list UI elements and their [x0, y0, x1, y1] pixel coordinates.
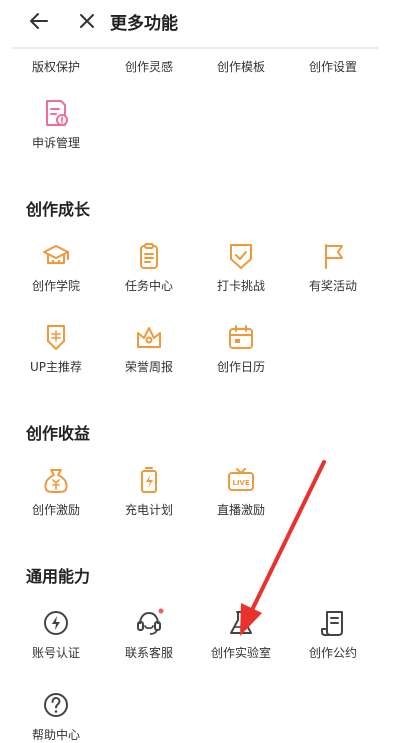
headset-icon [137, 608, 164, 635]
menu-item-label: 任务中心 [124, 279, 173, 293]
menu-item-label: UP主推荐 [29, 360, 83, 374]
menu-item-calendar[interactable]: 创作日历 [195, 322, 287, 375]
calendar-icon [229, 325, 253, 349]
menu-item-charge[interactable]: 充电计划 [103, 465, 195, 518]
crown-icon [137, 327, 161, 348]
menu-item-verify[interactable]: 账号认证 [10, 608, 102, 661]
flag-icon [325, 244, 343, 269]
menu-item-templates[interactable]: 创作模板 [195, 58, 287, 75]
top-bar: 更多功能 [0, 0, 400, 44]
header-divider [12, 47, 378, 49]
menu-item-checkin[interactable]: 打卡挑战 [195, 241, 287, 294]
shield-check-icon [230, 244, 252, 269]
back-arrow-icon[interactable] [28, 10, 50, 32]
menu-item-settings[interactable]: 创作设置 [287, 58, 379, 75]
section-title-growth: 创作成长 [26, 200, 91, 219]
menu-item-label: 联系客服 [124, 646, 173, 660]
page-title: 更多功能 [110, 14, 178, 34]
menu-item-label: 有奖活动 [308, 279, 357, 293]
menu-item-label: 创作日历 [216, 360, 265, 374]
menu-item-support[interactable]: 联系客服 [103, 608, 195, 661]
menu-item-label: 账号认证 [31, 646, 80, 660]
menu-item-live-incentive[interactable]: LIVE 直播激励 [195, 465, 287, 518]
menu-item-label: 创作公约 [308, 646, 357, 660]
menu-item-honor[interactable]: 荣誉周报 [103, 322, 195, 375]
menu-item-label: 创作实验室 [210, 646, 271, 660]
flask-icon [230, 611, 252, 634]
document-alert-icon [46, 100, 68, 126]
menu-item-label: 荣誉周报 [124, 360, 173, 374]
menu-item-label: 帮助中心 [31, 728, 80, 742]
menu-item-awards[interactable]: 有奖活动 [287, 241, 379, 294]
menu-item-lab[interactable]: 创作实验室 [195, 608, 287, 661]
graduation-cap-icon [43, 245, 69, 264]
menu-item-label: 创作学院 [31, 279, 80, 293]
notification-dot [158, 608, 164, 614]
svg-text:LIVE: LIVE [232, 479, 249, 487]
lightning-circle-icon [44, 611, 68, 635]
menu-item-label: 直播激励 [216, 503, 265, 517]
scroll-icon [321, 611, 343, 636]
menu-item-label: 申诉管理 [31, 136, 80, 150]
menu-item-up-recommend[interactable]: UP主推荐 [10, 322, 102, 375]
section-title-general: 通用能力 [26, 567, 91, 586]
section-title-income: 创作收益 [26, 424, 91, 443]
menu-item-tasks[interactable]: 任务中心 [103, 241, 195, 294]
menu-item-label: 创作激励 [31, 503, 80, 517]
badge-icon [47, 325, 65, 350]
menu-item-convention[interactable]: 创作公约 [287, 608, 379, 661]
menu-item-academy[interactable]: 创作学院 [10, 241, 102, 294]
menu-item-inspiration[interactable]: 创作灵感 [103, 58, 195, 75]
menu-item-incentive[interactable]: 创作激励 [10, 465, 102, 518]
menu-item-label: 充电计划 [124, 503, 173, 517]
question-circle-icon [44, 693, 68, 717]
tv-icon: LIVE [228, 468, 254, 491]
battery-bolt-icon [141, 467, 157, 493]
menu-item-appeal[interactable]: 申诉管理 [10, 98, 102, 151]
close-icon[interactable] [76, 10, 98, 32]
menu-item-copyright[interactable]: 版权保护 [10, 58, 102, 75]
money-bag-icon [44, 469, 68, 493]
clipboard-icon [140, 243, 158, 269]
menu-item-label: 打卡挑战 [216, 279, 265, 293]
menu-item-help[interactable]: 帮助中心 [10, 690, 102, 743]
